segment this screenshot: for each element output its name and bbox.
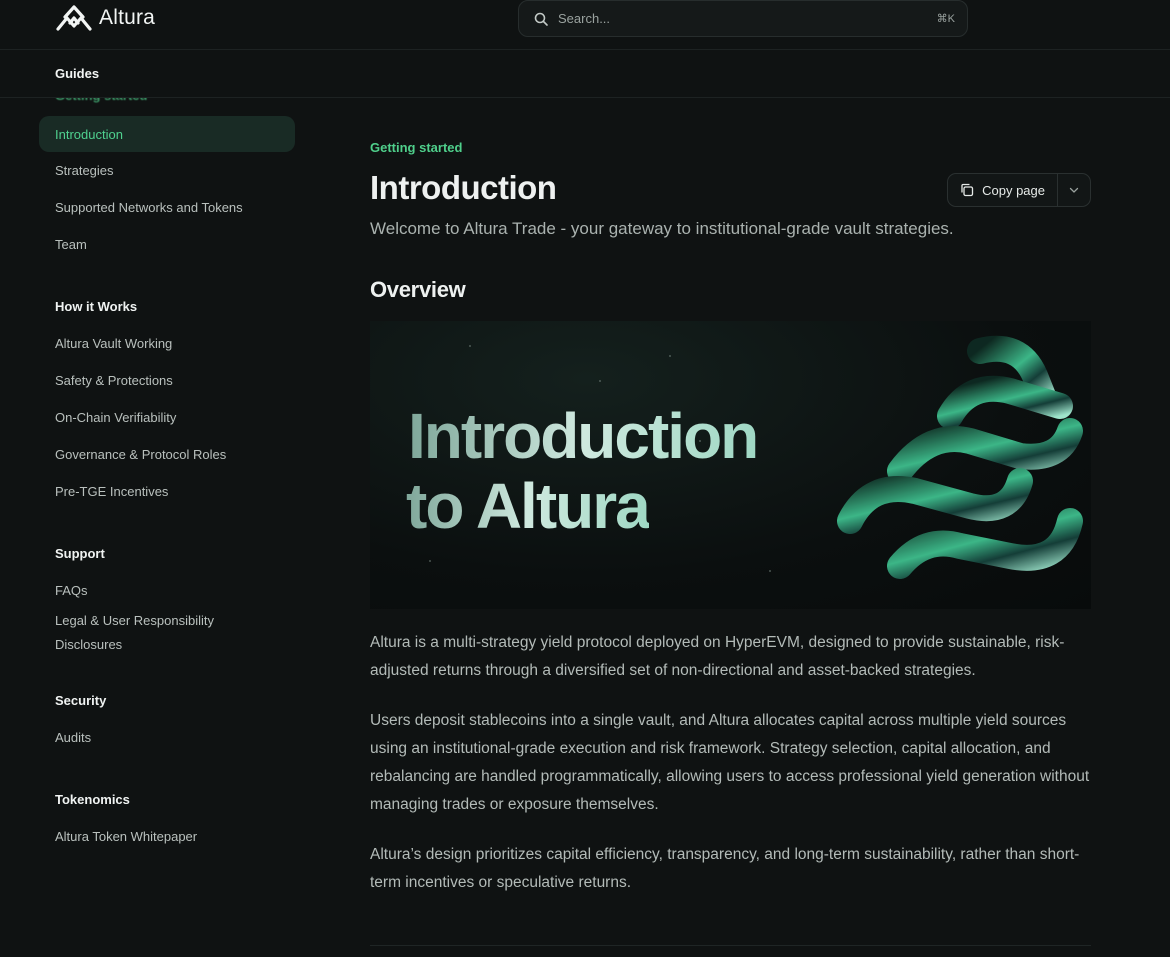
sidebar-item-pre-tge[interactable]: Pre-TGE Incentives — [39, 473, 295, 510]
altura-logo-icon — [56, 5, 92, 31]
overview-heading: Overview — [370, 277, 466, 302]
search-shortcut: ⌘K — [936, 13, 955, 25]
copy-page-control: Copy page — [947, 173, 1091, 207]
sub-navigation: Guides — [0, 50, 1170, 98]
content-divider — [370, 945, 1091, 946]
sidebar-item-vault-working[interactable]: Altura Vault Working — [39, 325, 295, 362]
sidebar-item-faqs[interactable]: FAQs — [39, 572, 295, 609]
chevron-down-icon — [1069, 187, 1079, 193]
copy-options-button[interactable] — [1058, 174, 1090, 206]
sidebar-item-verifiability[interactable]: On-Chain Verifiability — [39, 399, 295, 436]
search-placeholder: Search... — [558, 11, 611, 26]
brand-name: Altura — [99, 6, 156, 29]
logo[interactable]: Altura — [55, 3, 155, 33]
sidebar-item-team[interactable]: Team — [39, 226, 295, 263]
search-input[interactable]: Search... ⌘K — [518, 0, 968, 37]
sidebar-section-security: Security — [55, 693, 107, 708]
breadcrumb: Getting started — [370, 140, 463, 155]
paragraph: Altura’s design prioritizes capital effi… — [370, 846, 1080, 891]
banner-title-line2: to Altura — [406, 470, 651, 542]
sidebar-section-support: Support — [55, 546, 105, 561]
sidebar-item-governance[interactable]: Governance & Protocol Roles — [39, 436, 295, 473]
tab-guides[interactable]: Guides — [55, 66, 99, 81]
intro-banner-image: Introduction to Altura — [370, 321, 1091, 609]
sidebar-section-how-it-works: How it Works — [55, 299, 138, 314]
paragraph: Users deposit stablecoins into a single … — [370, 712, 1090, 813]
sidebar-item-audits[interactable]: Audits — [39, 719, 295, 756]
sidebar-item-safety[interactable]: Safety & Protections — [39, 362, 295, 399]
sidebar-item-supported-networks[interactable]: Supported Networks and Tokens — [39, 189, 295, 226]
sidebar: Introduction Strategies Supported Networ… — [39, 116, 295, 855]
sidebar-item-legal[interactable]: Legal & User Responsibility Disclosures — [39, 609, 259, 657]
copy-page-button[interactable]: Copy page — [948, 174, 1058, 206]
sidebar-item-strategies[interactable]: Strategies — [39, 152, 295, 189]
sidebar-item-introduction[interactable]: Introduction — [39, 116, 295, 152]
paragraph: Altura is a multi-strategy yield protoco… — [370, 634, 1065, 679]
search-icon — [534, 12, 548, 26]
page-subtitle: Welcome to Altura Trade - your gateway t… — [370, 219, 954, 238]
top-bar: Altura Search... ⌘K — [0, 0, 1170, 50]
sidebar-item-whitepaper[interactable]: Altura Token Whitepaper — [39, 818, 295, 855]
main-content: Getting started Introduction Copy page W… — [370, 140, 1091, 946]
sidebar-section-tokenomics: Tokenomics — [55, 792, 130, 807]
copy-icon — [961, 183, 974, 197]
copy-page-label: Copy page — [982, 182, 1045, 198]
banner-title-line1: Introduction — [408, 400, 759, 472]
